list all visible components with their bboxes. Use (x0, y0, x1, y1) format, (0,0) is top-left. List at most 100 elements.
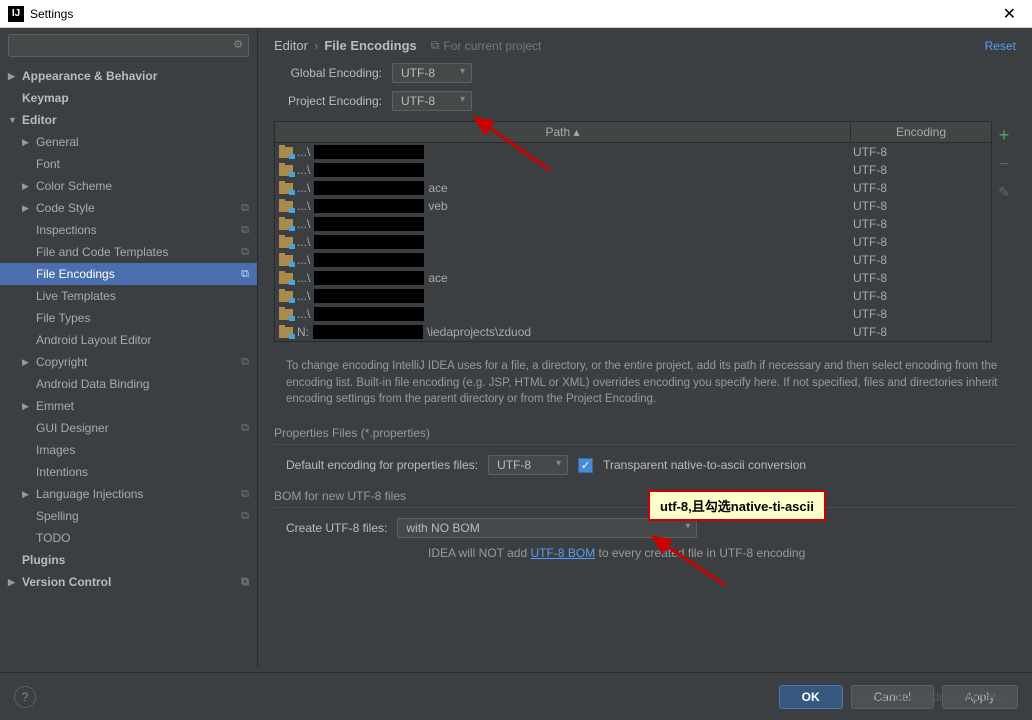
sidebar-item[interactable]: Spelling⧉ (0, 505, 257, 527)
project-encoding-combo[interactable]: UTF-8 (392, 91, 472, 111)
sidebar-item[interactable]: ▶Version Control⧉ (0, 571, 257, 593)
sidebar-item-label: Keymap (22, 91, 69, 105)
sidebar-item-label: Copyright (36, 355, 87, 369)
create-utf8-combo[interactable]: with NO BOM (397, 518, 697, 538)
chevron-icon: ▶ (8, 577, 22, 588)
chevron-icon: ▶ (22, 489, 36, 500)
global-encoding-combo[interactable]: UTF-8 (392, 63, 472, 83)
sidebar-item-label: Language Injections (36, 487, 143, 501)
redacted-block (314, 235, 424, 249)
breadcrumb: Editor›File Encodings (274, 38, 417, 53)
sidebar-item[interactable]: ▶Code Style⧉ (0, 197, 257, 219)
sidebar-item-label: Android Data Binding (36, 377, 149, 391)
scope-icon: ⧉ (241, 576, 249, 589)
table-row[interactable]: N:\iedaprojects\zduodUTF-8 (275, 323, 991, 341)
table-row[interactable]: ...\aceUTF-8 (275, 269, 991, 287)
table-row[interactable]: ...\UTF-8 (275, 233, 991, 251)
sidebar-item[interactable]: ▼Editor (0, 109, 257, 131)
scope-icon: ⧉ (241, 246, 249, 259)
sidebar-item[interactable]: Images (0, 439, 257, 461)
encoding-cell[interactable]: UTF-8 (847, 163, 987, 177)
default-encoding-combo[interactable]: UTF-8 (488, 455, 568, 475)
sidebar-item[interactable]: Android Layout Editor (0, 329, 257, 351)
sidebar-item-label: Editor (22, 113, 57, 127)
scope-icon: ⧉ (241, 224, 249, 237)
sidebar-item[interactable]: Plugins (0, 549, 257, 571)
table-row[interactable]: ...\UTF-8 (275, 287, 991, 305)
project-encoding-label: Project Encoding: (274, 94, 382, 108)
encoding-cell[interactable]: UTF-8 (847, 325, 987, 339)
help-button[interactable]: ? (14, 686, 36, 708)
folder-icon (279, 291, 293, 302)
sidebar-item[interactable]: Intentions (0, 461, 257, 483)
sidebar-item[interactable]: Inspections⧉ (0, 219, 257, 241)
sidebar-item[interactable]: Font (0, 153, 257, 175)
encoding-cell[interactable]: UTF-8 (847, 289, 987, 303)
search-input[interactable] (8, 34, 249, 57)
chevron-icon: ▶ (22, 203, 36, 214)
sidebar-item[interactable]: TODO (0, 527, 257, 549)
folder-icon (279, 165, 293, 176)
sidebar-item[interactable]: GUI Designer⧉ (0, 417, 257, 439)
encoding-cell[interactable]: UTF-8 (847, 145, 987, 159)
ok-button[interactable]: OK (779, 685, 843, 709)
encoding-cell[interactable]: UTF-8 (847, 235, 987, 249)
folder-icon (279, 309, 293, 320)
col-encoding[interactable]: Encoding (851, 122, 991, 142)
sidebar-item[interactable]: ▶Color Scheme (0, 175, 257, 197)
sidebar-item-label: Color Scheme (36, 179, 112, 193)
table-row[interactable]: ...\UTF-8 (275, 161, 991, 179)
sidebar-item[interactable]: File and Code Templates⧉ (0, 241, 257, 263)
copy-icon: ⧉ (431, 38, 440, 53)
folder-icon (279, 237, 293, 248)
sidebar-item[interactable]: Keymap (0, 87, 257, 109)
folder-icon (279, 201, 293, 212)
table-row[interactable]: ...\UTF-8 (275, 215, 991, 233)
folder-icon (279, 273, 293, 284)
annotation-callout: utf-8,且勾选native-ti-ascii (648, 490, 826, 521)
scope-icon: ⧉ (241, 510, 249, 523)
sidebar-item-label: Android Layout Editor (36, 333, 151, 347)
sidebar-item[interactable]: Live Templates (0, 285, 257, 307)
global-encoding-label: Global Encoding: (274, 66, 382, 80)
chevron-icon: ▶ (22, 137, 36, 148)
encoding-cell[interactable]: UTF-8 (847, 253, 987, 267)
encoding-cell[interactable]: UTF-8 (847, 271, 987, 285)
chevron-icon: ▶ (22, 181, 36, 192)
transparent-checkbox[interactable]: ✓ (578, 458, 593, 473)
chevron-icon: ▼ (8, 115, 22, 125)
col-path[interactable]: Path ▴ (275, 122, 851, 142)
add-icon[interactable]: + (999, 125, 1010, 146)
encoding-cell[interactable]: UTF-8 (847, 199, 987, 213)
sidebar-item[interactable]: Android Data Binding (0, 373, 257, 395)
encoding-cell[interactable]: UTF-8 (847, 181, 987, 195)
chevron-icon: ▶ (8, 71, 22, 82)
table-row[interactable]: ...\UTF-8 (275, 251, 991, 269)
close-icon[interactable]: ✕ (995, 4, 1024, 24)
sidebar-item-label: GUI Designer (36, 421, 109, 435)
utf8-bom-link[interactable]: UTF-8 BOM (530, 546, 595, 560)
table-row[interactable]: ...\UTF-8 (275, 305, 991, 323)
sidebar-item[interactable]: ▶Appearance & Behavior (0, 65, 257, 87)
encoding-cell[interactable]: UTF-8 (847, 217, 987, 231)
sidebar-item[interactable]: ▶Language Injections⧉ (0, 483, 257, 505)
sidebar-item[interactable]: File Types (0, 307, 257, 329)
encoding-cell[interactable]: UTF-8 (847, 307, 987, 321)
reset-link[interactable]: Reset (985, 39, 1016, 53)
folder-icon (279, 147, 293, 158)
sidebar-item[interactable]: ▶Emmet (0, 395, 257, 417)
table-row[interactable]: ...\vebUTF-8 (275, 197, 991, 215)
sidebar-item[interactable]: ▶Copyright⧉ (0, 351, 257, 373)
scope-icon: ⧉ (241, 202, 249, 215)
sidebar-item-label: File Types (36, 311, 90, 325)
sidebar-item[interactable]: ▶General (0, 131, 257, 153)
app-icon: IJ (8, 6, 24, 22)
table-row[interactable]: ...\aceUTF-8 (275, 179, 991, 197)
table-row[interactable]: ...\UTF-8 (275, 143, 991, 161)
titlebar: IJ Settings ✕ (0, 0, 1032, 28)
redacted-block (314, 163, 424, 177)
sidebar-item-label: TODO (36, 531, 70, 545)
sidebar-item[interactable]: File Encodings⧉ (0, 263, 257, 285)
window-title: Settings (30, 7, 73, 21)
folder-icon (279, 327, 293, 338)
